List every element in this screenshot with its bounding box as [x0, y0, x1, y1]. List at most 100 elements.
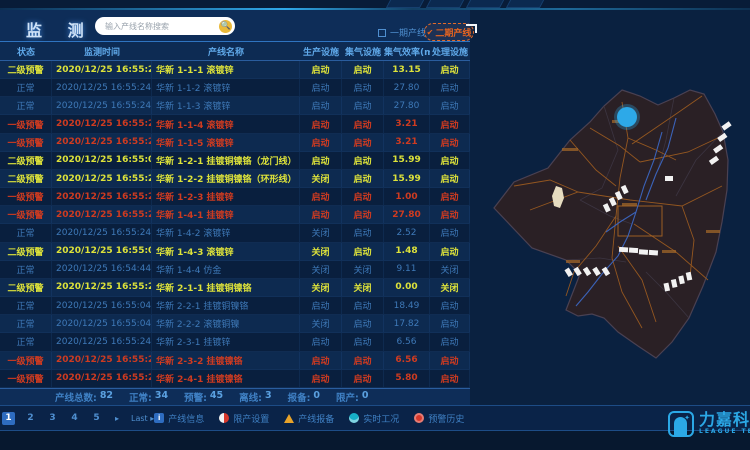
toolbar-button[interactable]: i 产线信息: [154, 412, 204, 425]
search-input[interactable]: [105, 22, 219, 31]
row-treatment-state: 启动: [430, 206, 470, 223]
monitor-table: 二级预警 2020/12/25 16:55:24 华新 1-1-1 滚镀锌 启动…: [0, 61, 470, 388]
table-row[interactable]: 二级预警 2020/12/25 16:55:04 华新 1-4-3 滚镀锌 关闭…: [0, 243, 470, 261]
row-line-name: 华新 2-3-2 挂镀镍铬: [152, 352, 300, 369]
row-gas-state: 关闭: [342, 261, 384, 278]
row-treatment-state: 启动: [430, 115, 470, 132]
col-production: 生产设施: [300, 45, 342, 58]
stat-label: 限产:: [336, 390, 359, 404]
stat-value: 0: [362, 390, 369, 404]
table-row[interactable]: 正常 2020/12/25 16:55:04 华新 2-2-1 挂镀铜镍铬 启动…: [0, 297, 470, 315]
map-alert-marker[interactable]: [617, 107, 637, 127]
row-line-name: 华新 1-4-2 滚镀锌: [152, 224, 300, 241]
row-production-state: 启动: [300, 61, 342, 78]
toolbar: i 产线信息 限产设置 产线报备 实时工况 预警历史: [154, 412, 464, 425]
row-production-state: 启动: [300, 152, 342, 169]
table-row[interactable]: 正常 2020/12/25 16:55:24 华新 1-1-3 滚镀锌 启动 启…: [0, 97, 470, 115]
status-badge: 一级预警: [0, 115, 52, 132]
table-row[interactable]: 一级预警 2020/12/25 16:55:24 华新 1-1-5 滚镀锌 启动…: [0, 134, 470, 152]
stat-item: 产线总数: 82: [55, 390, 113, 404]
row-treatment-state: 启动: [430, 315, 470, 332]
row-treatment-state: 启动: [430, 370, 470, 387]
row-gas-state: 启动: [342, 170, 384, 187]
row-efficiency: 1.00: [384, 188, 430, 205]
row-efficiency: 6.56: [384, 333, 430, 350]
status-badge: 二级预警: [0, 279, 52, 296]
row-gas-state: 启动: [342, 206, 384, 223]
toolbar-label: 产线报备: [298, 412, 334, 425]
table-row[interactable]: 一级预警 2020/12/25 16:55:24 华新 2-4-1 挂镀镍铬 启…: [0, 370, 470, 388]
row-treatment-state: 启动: [430, 188, 470, 205]
row-line-name: 华新 2-2-1 挂镀铜镍铬: [152, 297, 300, 314]
bottom-strip: [0, 431, 750, 450]
row-treatment-state: 启动: [430, 333, 470, 350]
toolbar-label: 限产设置: [233, 412, 269, 425]
row-gas-state: 启动: [342, 315, 384, 332]
row-line-name: 华新 1-2-2 挂镀铜镍铬（环形线）: [152, 170, 300, 187]
status-badge: 二级预警: [0, 243, 52, 260]
row-time: 2020/12/25 16:55:24: [52, 134, 152, 151]
toolbar-button[interactable]: 预警历史: [414, 412, 464, 425]
toolbar-button[interactable]: 限产设置: [219, 412, 269, 425]
stat-item: 报备: 0: [288, 390, 320, 404]
next-page-icon[interactable]: ▸: [115, 414, 119, 423]
table-row[interactable]: 正常 2020/12/25 16:54:44 华新 1-4-4 仿金 关闭 关闭…: [0, 261, 470, 279]
row-production-state: 关闭: [300, 315, 342, 332]
table-row[interactable]: 正常 2020/12/25 16:55:04 华新 2-2-2 滚镀铜镍 关闭 …: [0, 315, 470, 333]
stat-label: 报备:: [288, 390, 311, 404]
row-efficiency: 9.11: [384, 261, 430, 278]
row-gas-state: 启动: [342, 370, 384, 387]
row-efficiency: 18.49: [384, 297, 430, 314]
row-time: 2020/12/25 16:55:24: [52, 333, 152, 350]
last-page-button[interactable]: Last ▸: [131, 414, 154, 423]
district-map[interactable]: [470, 10, 750, 405]
row-treatment-state: 启动: [430, 61, 470, 78]
table-row[interactable]: 二级预警 2020/12/25 16:55:24 华新 1-1-1 滚镀锌 启动…: [0, 61, 470, 79]
row-gas-state: 关闭: [342, 279, 384, 296]
page-number[interactable]: 5: [90, 412, 103, 425]
row-treatment-state: 启动: [430, 224, 470, 241]
status-badge: 一级预警: [0, 188, 52, 205]
status-badge: 一级预警: [0, 134, 52, 151]
pagination: 1 2 3 4 5: [2, 412, 103, 425]
row-time: 2020/12/25 16:55:24: [52, 370, 152, 387]
table-header: 状态 监测时间 产线名称 生产设施 集气设施 集气效率(m³/s) 处理设施: [0, 42, 470, 61]
row-treatment-state: 启动: [430, 134, 470, 151]
table-row[interactable]: 一级预警 2020/12/25 16:55:24 华新 1-2-3 挂镀锌 启动…: [0, 188, 470, 206]
table-row[interactable]: 正常 2020/12/25 16:55:24 华新 1-4-2 滚镀锌 关闭 启…: [0, 224, 470, 242]
table-row[interactable]: 一级预警 2020/12/25 16:55:24 华新 1-1-4 滚镀锌 启动…: [0, 115, 470, 133]
toolbar-icon: [414, 413, 424, 423]
row-production-state: 关闭: [300, 279, 342, 296]
row-efficiency: 2.52: [384, 224, 430, 241]
search-icon[interactable]: 🔍: [219, 20, 232, 33]
row-efficiency: 3.21: [384, 134, 430, 151]
status-badge: 二级预警: [0, 61, 52, 78]
page-number[interactable]: 4: [68, 412, 81, 425]
table-row[interactable]: 二级预警 2020/12/25 16:55:24 华新 1-2-2 挂镀铜镍铬（…: [0, 170, 470, 188]
table-row[interactable]: 二级预警 2020/12/25 16:55:04 华新 1-2-1 挂镀铜镍铬（…: [0, 152, 470, 170]
page-number[interactable]: 1: [2, 412, 15, 425]
checkbox-icon: [378, 29, 386, 37]
row-line-name: 华新 1-4-4 仿金: [152, 261, 300, 278]
page-number[interactable]: 2: [24, 412, 37, 425]
table-row[interactable]: 一级预警 2020/12/25 16:55:24 华新 1-4-1 挂镀锌 启动…: [0, 206, 470, 224]
check-icon: ✔: [427, 28, 434, 37]
page-number[interactable]: 3: [46, 412, 59, 425]
table-row[interactable]: 正常 2020/12/25 16:55:24 华新 1-1-2 滚镀锌 启动 启…: [0, 79, 470, 97]
row-production-state: 启动: [300, 297, 342, 314]
table-row[interactable]: 正常 2020/12/25 16:55:24 华新 2-3-1 挂镀锌 启动 启…: [0, 333, 470, 351]
top-decor-strip: [0, 0, 750, 10]
table-row[interactable]: 二级预警 2020/12/25 16:55:24 华新 2-1-1 挂镀铜镍铬 …: [0, 279, 470, 297]
phase1-checkbox[interactable]: 一期产线: [378, 26, 426, 39]
toolbar-button[interactable]: 产线报备: [284, 412, 334, 425]
row-time: 2020/12/25 16:55:24: [52, 115, 152, 132]
toolbar-button[interactable]: 实时工况: [349, 412, 399, 425]
table-row[interactable]: 一级预警 2020/12/25 16:55:24 华新 2-3-2 挂镀镍铬 启…: [0, 352, 470, 370]
row-gas-state: 启动: [342, 115, 384, 132]
col-treatment: 处理设施: [430, 45, 470, 58]
row-efficiency: 13.15: [384, 61, 430, 78]
row-line-name: 华新 1-2-3 挂镀锌: [152, 188, 300, 205]
row-gas-state: 启动: [342, 352, 384, 369]
row-time: 2020/12/25 16:55:04: [52, 243, 152, 260]
row-efficiency: 1.48: [384, 243, 430, 260]
